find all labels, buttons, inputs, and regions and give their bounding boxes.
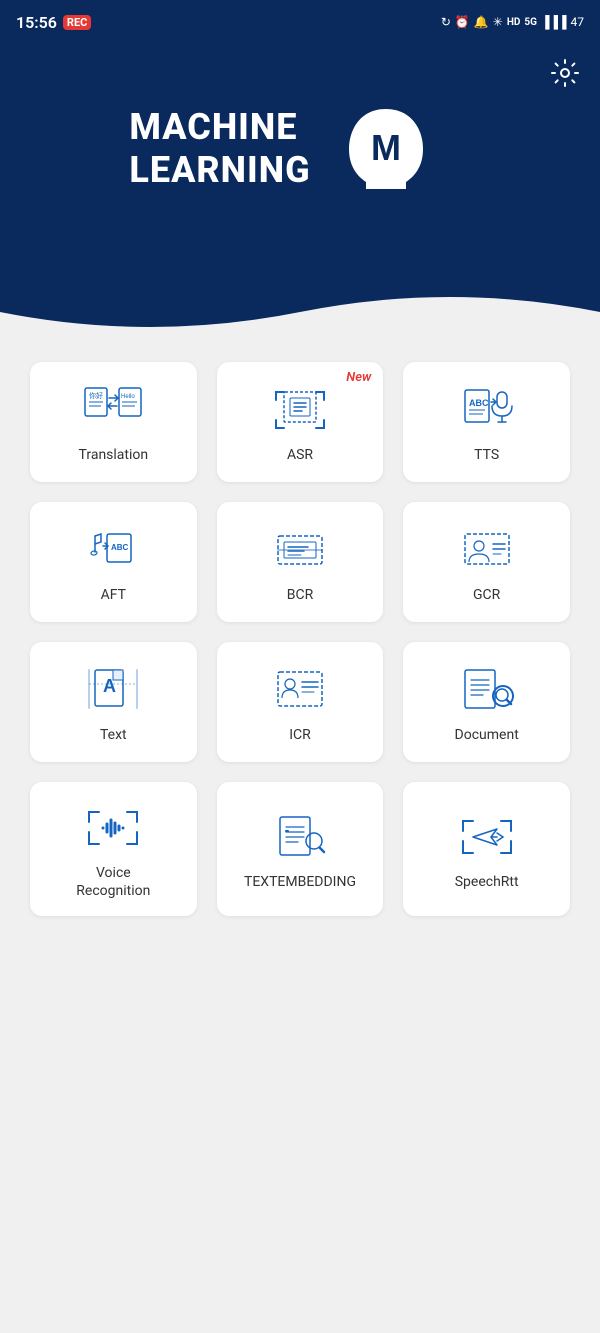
card-document[interactable]: Document (403, 642, 570, 762)
speechrtt-label: SpeechRtt (455, 873, 519, 891)
bell-icon: 🔔 (474, 15, 489, 29)
svg-text:你好: 你好 (89, 391, 103, 400)
voice-recognition-icon (81, 802, 145, 854)
document-icon (455, 664, 519, 716)
textembedding-label: TEXTEMBEDDING (244, 873, 356, 891)
svg-text:Hello: Hello (121, 394, 135, 400)
hd-icon: HD (507, 17, 521, 28)
alarm-icon: ⏰ (455, 15, 470, 29)
app-title: MACHINE LEARNING (129, 106, 310, 192)
status-time: 15:56 (16, 13, 57, 32)
feature-grid: 你好 Hello Translation New (30, 362, 570, 916)
wave-separator (0, 282, 600, 342)
status-bar: 15:56 REC ↻ ⏰ 🔔 ✳ HD 5G ▐▐▐ 47 (0, 0, 600, 44)
card-translation[interactable]: 你好 Hello Translation (30, 362, 197, 482)
text-icon: A (81, 664, 145, 716)
card-text[interactable]: A Text (30, 642, 197, 762)
loop-icon: ↻ (441, 15, 451, 29)
card-gcr[interactable]: GCR (403, 502, 570, 622)
card-speechrtt[interactable]: SpeechRtt (403, 782, 570, 916)
svg-text:A: A (103, 676, 116, 696)
text-label: Text (100, 726, 127, 744)
aft-label: AFT (101, 586, 126, 604)
card-aft[interactable]: ABC AFT (30, 502, 197, 622)
card-icr[interactable]: ICR (217, 642, 384, 762)
brain-icon: M (331, 94, 441, 204)
new-badge: New (346, 370, 371, 385)
asr-icon (268, 384, 332, 436)
aft-icon: ABC (81, 524, 145, 576)
card-bcr[interactable]: BCR (217, 502, 384, 622)
bars-icon: ▐▐▐ (541, 15, 567, 29)
card-textembedding[interactable]: TEXTEMBEDDING (217, 782, 384, 916)
tts-label: TTS (474, 446, 499, 464)
speechrtt-icon (455, 811, 519, 863)
gcr-icon (455, 524, 519, 576)
card-tts[interactable]: ABC TTS (403, 362, 570, 482)
card-voice-recognition[interactable]: Voice Recognition (30, 782, 197, 916)
bcr-icon (268, 524, 332, 576)
textembedding-icon (268, 811, 332, 863)
gcr-label: GCR (473, 586, 500, 604)
svg-text:ABC: ABC (469, 398, 489, 408)
tts-icon: ABC (455, 384, 519, 436)
translation-icon: 你好 Hello (81, 384, 145, 436)
document-label: Document (455, 726, 519, 744)
voice-recognition-label: Voice Recognition (76, 864, 150, 900)
card-asr[interactable]: New ASR (217, 362, 384, 482)
rec-badge: REC (63, 15, 91, 30)
bcr-label: BCR (287, 586, 313, 604)
icr-label: ICR (289, 726, 311, 744)
translation-label: Translation (79, 446, 149, 464)
header-content: MACHINE LEARNING M (20, 94, 550, 204)
app-header: MACHINE LEARNING M (0, 44, 600, 284)
battery-icon: 47 (571, 15, 585, 29)
settings-button[interactable] (550, 58, 580, 95)
bluetooth-icon: ✳ (493, 15, 503, 29)
svg-text:M: M (371, 127, 401, 168)
status-icons: ↻ ⏰ 🔔 ✳ HD 5G ▐▐▐ 47 (441, 15, 584, 29)
svg-text:ABC: ABC (111, 543, 129, 552)
icr-icon (268, 664, 332, 716)
asr-label: ASR (287, 446, 313, 464)
signal-icon: 5G (524, 17, 537, 28)
main-content: 你好 Hello Translation New (0, 342, 600, 946)
